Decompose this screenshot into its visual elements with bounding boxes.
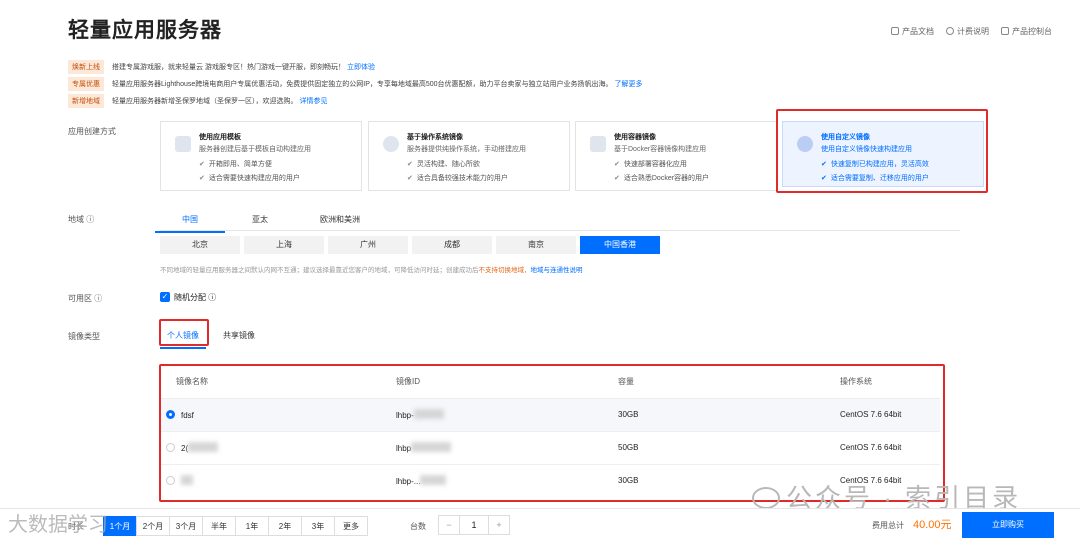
city-chengdu[interactable]: 成都 (412, 236, 492, 254)
console-link[interactable]: 产品控制台 (1001, 26, 1052, 37)
notice-link[interactable]: 了解更多 (615, 79, 643, 89)
billing-link[interactable]: 计费说明 (946, 26, 989, 37)
zone-value: 随机分配 ⓘ (174, 293, 217, 302)
image-type-label: 镜像类型 (68, 332, 100, 341)
page-title: 轻量应用服务器 (68, 19, 222, 42)
period-option[interactable]: 3个月 (169, 516, 203, 536)
total-price: 40.00元 (913, 519, 952, 531)
city-list: 北京 上海 广州 成都 南京 中国香港 (160, 236, 660, 254)
buy-now-button[interactable]: 立即购买 (962, 512, 1054, 538)
highlight-box (776, 109, 988, 193)
card-app-template[interactable]: 使用应用模板 服务器创建后基于模板自动构建应用 开箱即用、简单方便 适合需要快速… (160, 121, 362, 191)
city-guangzhou[interactable]: 广州 (328, 236, 408, 254)
highlight-box (159, 319, 209, 346)
info-icon: ⓘ (86, 215, 95, 224)
notice-1: 焕新上线 搭建专属游戏服，就来轻量云 游戏服专区！热门游戏一键开服，即刻畅玩！ 立即… (68, 60, 375, 74)
notice-link[interactable]: 详情参见 (300, 96, 328, 106)
period-option[interactable]: 3年 (301, 516, 335, 536)
quantity-input[interactable]: 1 (459, 516, 489, 534)
period-option[interactable]: 1个月 (103, 516, 137, 536)
notice-link[interactable]: 立即体验 (347, 62, 375, 72)
region-label: 地域 ⓘ (68, 215, 95, 224)
period-option[interactable]: 1年 (235, 516, 269, 536)
card-container-image[interactable]: 使用容器镜像 基于Docker容器镜像构建应用 快速部署容器化应用 适合熟悉Do… (575, 121, 777, 191)
notice-2: 专属优惠 轻量应用服务器Lighthouse跨境电商用户专属优惠活动，免费提供固定… (68, 77, 643, 91)
info-icon: ⓘ (94, 294, 103, 303)
region-tip: 不同地域的轻量应用服务器之间默认内网不互通；建议选择最靠近您客户的地域，可降低访… (160, 267, 583, 274)
minus-button[interactable]: − (439, 516, 459, 534)
notice-3: 新增地域 轻量应用服务器新增圣保罗地域（圣保罗一区），欢迎选购。 详情参见 (68, 94, 328, 108)
plus-button[interactable]: + (489, 516, 509, 534)
period-option[interactable]: 2年 (268, 516, 302, 536)
info-icon: ⓘ (208, 293, 217, 302)
period-option[interactable]: 更多 (334, 516, 368, 536)
city-beijing[interactable]: 北京 (160, 236, 240, 254)
tab-shared-image[interactable]: 共享镜像 (206, 330, 272, 349)
help-icon (946, 27, 954, 35)
divider (160, 230, 960, 231)
period-option[interactable]: 2个月 (136, 516, 170, 536)
quantity-label: 台数 (410, 522, 426, 531)
region-help-link[interactable]: 地域与连通性说明 (531, 267, 583, 274)
grid-icon (1001, 27, 1009, 35)
watermark: 大数据学习 (8, 514, 108, 536)
period-selector: 1个月 2个月 3个月 半年 1年 2年 3年 更多 (103, 516, 368, 536)
total-label: 费用总计 (872, 521, 904, 530)
period-option[interactable]: 半年 (202, 516, 236, 536)
document-icon (891, 27, 899, 35)
container-icon (590, 136, 606, 152)
city-shanghai[interactable]: 上海 (244, 236, 324, 254)
card-os-image[interactable]: 基于操作系统镜像 服务器提供纯操作系统，手动搭建应用 灵活构建、随心所欲 适合具… (368, 121, 570, 191)
zone-label: 可用区 ⓘ (68, 294, 103, 303)
top-links: 产品文档 计费说明 产品控制台 (891, 26, 1052, 37)
os-icon (383, 136, 399, 152)
doc-link[interactable]: 产品文档 (891, 26, 934, 37)
random-zone-checkbox[interactable]: ✓ (160, 292, 170, 302)
quantity-stepper: − 1 + (438, 515, 510, 535)
city-hongkong[interactable]: 中国香港 (580, 236, 660, 254)
template-icon (175, 136, 191, 152)
create-method-label: 应用创建方式 (68, 127, 116, 136)
city-nanjing[interactable]: 南京 (496, 236, 576, 254)
wechat-icon (752, 487, 780, 509)
